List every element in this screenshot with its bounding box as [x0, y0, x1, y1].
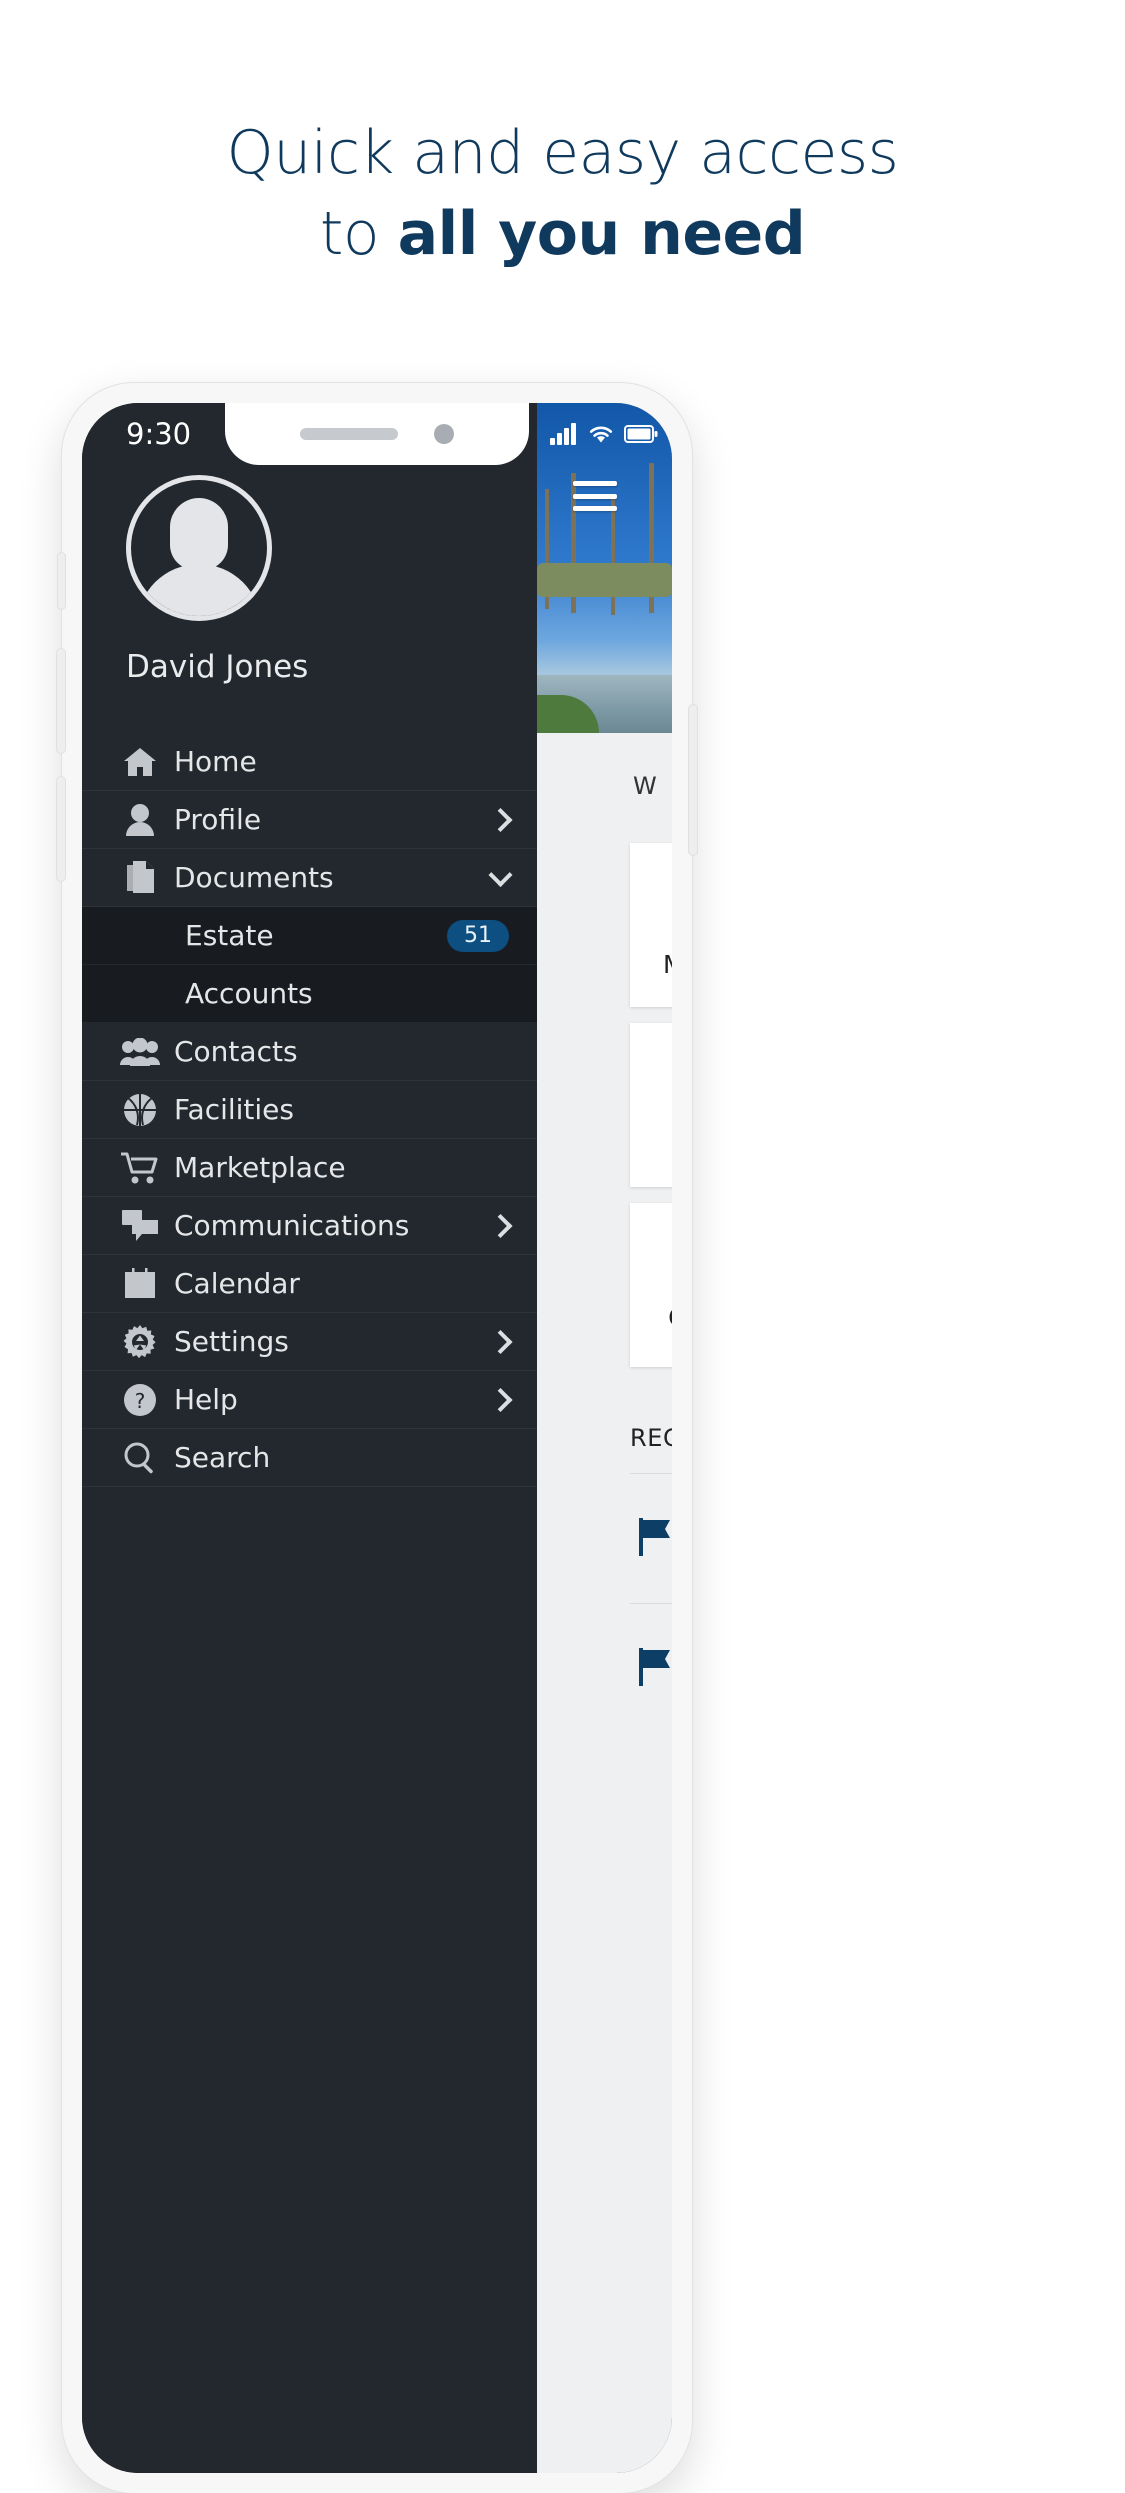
- status-bar-clock: 9:30: [126, 417, 192, 451]
- phone-bezel: W My Pro: [82, 403, 672, 2473]
- sidebar-item-label: Home: [174, 745, 257, 778]
- wifi-icon: [588, 424, 614, 444]
- person-icon: [118, 803, 162, 836]
- sidebar-item-facilities[interactable]: Facilities: [82, 1081, 537, 1139]
- chevron-right-icon: [488, 807, 513, 832]
- sidebar-item-label: Help: [174, 1383, 238, 1416]
- hamburger-menu-icon[interactable]: [573, 481, 617, 511]
- sidebar-item-calendar[interactable]: Calendar: [82, 1255, 537, 1313]
- chevron-right-icon: [488, 1387, 513, 1412]
- sidebar-item-label: Documents: [174, 861, 334, 894]
- svg-text:?: ?: [135, 1389, 146, 1413]
- chevron-down-icon: [488, 862, 513, 887]
- tile-label: My Pro: [663, 950, 672, 979]
- promo-heading-line2-bold: all you need: [397, 198, 806, 269]
- tile-contacts[interactable]: Conta: [630, 1203, 672, 1367]
- sidebar-item-label: Profile: [174, 803, 262, 836]
- sidebar-item-home[interactable]: Home: [82, 733, 537, 791]
- sidebar-item-communications[interactable]: Communications: [82, 1197, 537, 1255]
- phone-device-frame: W My Pro: [57, 383, 697, 2493]
- drawer-user-name: David Jones: [126, 649, 309, 685]
- battery-icon: [624, 425, 658, 443]
- avatar-placeholder-icon[interactable]: [126, 475, 272, 621]
- home-icon: [118, 746, 162, 778]
- mute-switch[interactable]: [58, 553, 65, 609]
- chat-bubbles-icon: [118, 1209, 162, 1242]
- tile-my-profile[interactable]: My Pro: [630, 843, 672, 1007]
- sidebar-item-estate[interactable]: Estate 51: [82, 907, 537, 965]
- badge-value: 51: [447, 919, 509, 952]
- sidebar-item-label: Facilities: [174, 1093, 294, 1126]
- volume-up-button[interactable]: [57, 649, 65, 753]
- power-button[interactable]: [689, 705, 697, 855]
- tile-label: Conta: [668, 1303, 672, 1332]
- sidebar-item-label: Calendar: [174, 1267, 300, 1300]
- tree-foliage: [537, 563, 672, 597]
- chevron-right-icon: [488, 1213, 513, 1238]
- promo-heading-line1: Quick and easy access: [226, 118, 899, 188]
- navigation-drawer: 9:30 David Jones Home Profile Documents …: [82, 403, 537, 2473]
- volume-down-button[interactable]: [57, 777, 65, 881]
- gear-icon: [118, 1324, 162, 1359]
- shopping-cart-icon: [118, 1152, 162, 1184]
- sidebar-item-label: Accounts: [185, 977, 313, 1010]
- calendar-icon: [118, 1267, 162, 1300]
- search-icon: [118, 1441, 162, 1475]
- hero-banner-image: [537, 403, 672, 733]
- sidebar-item-label: Contacts: [174, 1035, 298, 1068]
- device-notch: [225, 403, 529, 465]
- flag-icon: [636, 1516, 672, 1562]
- sidebar-item-documents[interactable]: Documents: [82, 849, 537, 907]
- recent-item-row[interactable]: Co an 6 J: [630, 1473, 672, 1603]
- sidebar-item-label: Estate: [185, 919, 274, 952]
- sidebar-item-label: Settings: [174, 1325, 289, 1358]
- app-content-panel: W My Pro: [537, 403, 672, 2473]
- promo-heading-line2-prefix: to: [319, 198, 398, 269]
- sidebar-item-label: Search: [174, 1441, 271, 1474]
- recent-item-row[interactable]: WO 6 J: [630, 1603, 672, 1733]
- sidebar-item-help[interactable]: ? Help: [82, 1371, 537, 1429]
- drawer-profile-header[interactable]: David Jones: [82, 465, 537, 733]
- earpiece-speaker: [300, 428, 398, 440]
- sidebar-item-settings[interactable]: Settings: [82, 1313, 537, 1371]
- tile-news[interactable]: New: [630, 1023, 672, 1187]
- document-icon: [118, 860, 162, 895]
- recent-items-heading: RECENT IT: [630, 1424, 672, 1452]
- content-section-strip: W: [537, 733, 672, 838]
- phone-screen: W My Pro: [82, 403, 672, 2473]
- sidebar-item-profile[interactable]: Profile: [82, 791, 537, 849]
- avatar-body: [137, 564, 261, 616]
- sidebar-item-label: Marketplace: [174, 1151, 346, 1184]
- estate-count-badge: 51: [447, 919, 509, 952]
- sidebar-item-marketplace[interactable]: Marketplace: [82, 1139, 537, 1197]
- basketball-icon: [118, 1093, 162, 1127]
- promo-heading-line2: to all you need: [0, 199, 1125, 270]
- drawer-menu-list: Home Profile Documents Estate 51 Account…: [82, 733, 537, 1487]
- front-camera: [434, 424, 454, 444]
- sidebar-item-contacts[interactable]: Contacts: [82, 1023, 537, 1081]
- sidebar-item-search[interactable]: Search: [82, 1429, 537, 1487]
- tree-trunk: [611, 499, 615, 615]
- chevron-right-icon: [488, 1329, 513, 1354]
- sidebar-item-accounts[interactable]: Accounts: [82, 965, 537, 1023]
- flag-icon: [636, 1646, 672, 1692]
- avatar-head: [170, 498, 228, 570]
- sidebar-item-label: Communications: [174, 1209, 410, 1242]
- status-bar-icons: [537, 403, 672, 465]
- people-icon: [118, 1037, 162, 1066]
- question-mark-icon: ?: [118, 1383, 162, 1417]
- signal-bars-icon: [550, 423, 578, 445]
- promo-heading: Quick and easy access to all you need: [0, 118, 1125, 270]
